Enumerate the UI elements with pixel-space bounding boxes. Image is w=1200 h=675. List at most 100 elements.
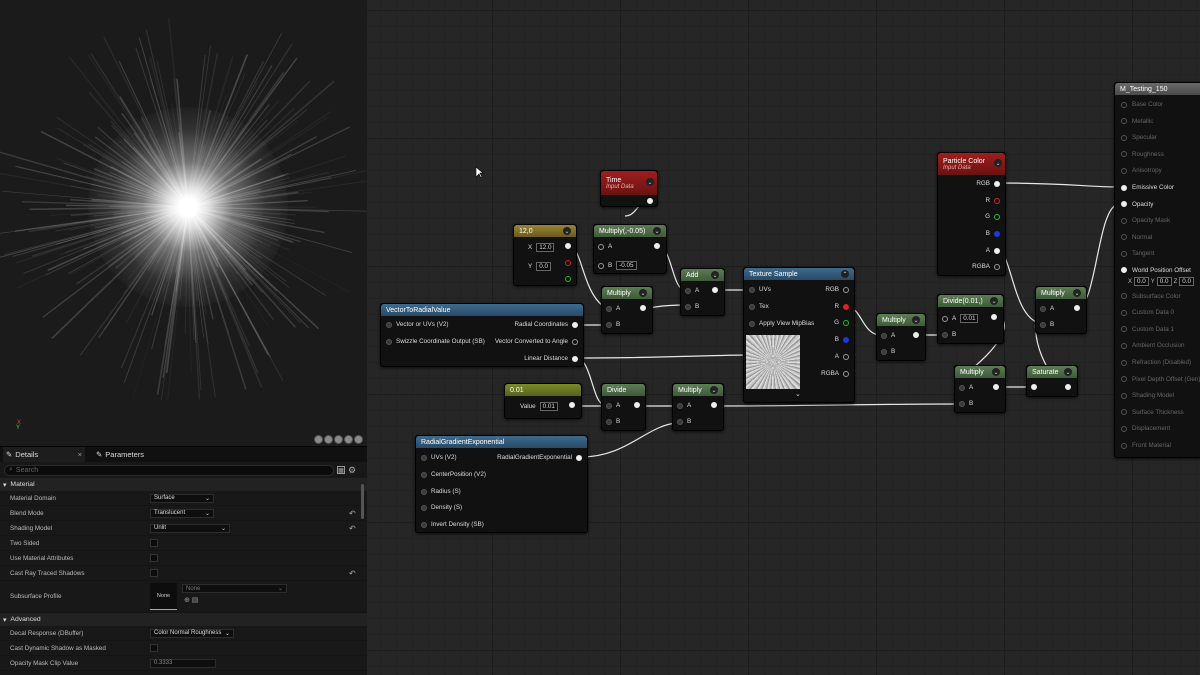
pin-b[interactable]: B [606,418,620,425]
pin-output[interactable] [993,384,999,390]
chevron-down-icon[interactable]: ⌄ [563,227,571,235]
close-icon[interactable]: × [78,450,82,459]
pin-b[interactable]: B [685,303,699,310]
wpo-y-input[interactable]: 0.0 [1156,277,1172,286]
cast-ray-traced-shadows-checkbox[interactable] [150,569,158,577]
preview-cylinder-button[interactable] [314,435,323,444]
pin-linear-distance[interactable]: Linear Distance [524,355,578,362]
chevron-down-icon[interactable]: ⌄ [912,316,920,324]
pin-a[interactable]: A [835,353,849,360]
pin-input[interactable] [1031,384,1037,390]
node-multiply-2[interactable]: Multiply ⌄ A B [672,383,724,431]
pin-output[interactable] [1065,384,1071,390]
reset-arrow-icon[interactable]: ↶ [349,509,356,518]
table-view-icon[interactable]: ▦ [337,466,345,474]
pin-output[interactable] [640,305,646,311]
section-material[interactable]: ▾ Material [0,478,367,491]
two-sided-checkbox[interactable] [150,539,158,547]
pin-out-rg[interactable] [565,243,571,249]
pin-vector-converted[interactable]: Vector Converted to Angle [495,338,578,345]
pin-invert-density[interactable]: Invert Density (SB) [421,521,484,528]
pin-uvs[interactable]: UVs (V2) [421,454,457,461]
reset-arrow-icon[interactable]: ↶ [349,524,356,533]
pin-output[interactable] [654,243,660,249]
chevron-down-icon[interactable]: ⌄ [992,368,1000,376]
chevron-down-icon[interactable]: ⌄ [1073,289,1081,297]
pin-a[interactable]: A [881,332,895,339]
node-divide-001[interactable]: Divide(0.01,) ⌄ A 0.01 B [937,294,1004,344]
pin-b[interactable]: B [1040,321,1054,328]
preview-mesh-button[interactable] [354,435,363,444]
opacity-mask-clip-input[interactable]: 0.3333 [150,658,216,668]
preview-sphere-button[interactable] [324,435,333,444]
cast-dynamic-shadow-checkbox[interactable] [150,644,158,652]
pin-out-r[interactable] [565,260,571,266]
result-pin[interactable]: Opacity [1121,201,1153,208]
pin-b[interactable]: B [986,230,1000,237]
node-constant2vector[interactable]: 12,0 ⌄ X 12.0 Y 0.0 [513,224,577,286]
result-pin[interactable]: Custom Data 1 [1121,326,1174,333]
pin-output[interactable] [647,198,653,204]
result-pin[interactable]: Front Material [1121,442,1171,449]
pin-r[interactable]: R [985,197,1000,204]
pin-b[interactable]: B [942,331,956,338]
result-pin[interactable]: Ambient Occlusion [1121,342,1185,349]
result-pin[interactable]: Emissive Color [1121,184,1174,191]
result-pin[interactable]: Specular [1121,134,1157,141]
reset-arrow-icon[interactable]: ↶ [349,569,356,578]
node-divide[interactable]: Divide A B [601,383,646,431]
subsurface-profile-dropdown[interactable]: None ⌄ [182,584,287,593]
chevron-down-icon[interactable]: ⌄ [710,386,718,394]
result-pin[interactable]: Metallic [1121,118,1153,125]
decal-response-dropdown[interactable]: Color Normal Roughness ⌄ [150,628,234,638]
pin-output[interactable] [711,402,717,408]
pin-output[interactable] [913,332,919,338]
result-pin[interactable]: Base Color [1121,101,1163,108]
pin-vector-or-uvs[interactable]: Vector or UVs (V2) [386,321,449,328]
material-domain-dropdown[interactable]: Surface ⌄ [150,493,214,503]
pin-output[interactable] [991,314,997,320]
pin-a[interactable]: A [598,243,612,250]
pin-out-g[interactable] [565,276,571,282]
pin-output[interactable] [1074,305,1080,311]
pin-rgba[interactable]: RGBA [821,370,849,377]
pin-output[interactable] [569,402,575,408]
chevron-down-icon[interactable]: ⌄ [639,289,647,297]
pin-a[interactable]: A [986,247,1000,254]
wpo-z-input[interactable]: 0.0 [1179,277,1194,286]
node-multiply-5[interactable]: Multiply ⌄ A B [954,365,1006,413]
node-material-result[interactable]: M_Testing_150 Base Color Metallic Specular… [1114,82,1200,458]
b-value-input[interactable]: -0.05 [616,261,637,270]
chevron-down-icon[interactable]: ⌄ [795,390,801,398]
pin-a[interactable]: A 0.01 [942,314,979,323]
result-pin[interactable]: Roughness [1121,151,1164,158]
pin-b[interactable]: B [677,418,691,425]
pin-rgb[interactable]: RGB [976,180,1000,187]
pin-apply-view-mipbias[interactable]: Apply View MipBias [749,320,814,327]
x-value-input[interactable]: 12.0 [536,243,555,252]
node-time[interactable]: Time Input Data ⌄ [600,170,658,207]
material-graph-canvas[interactable]: Time Input Data ⌄ 12,0 ⌄ X 12.0 Y 0.0 Multi… [367,0,1200,675]
result-pin[interactable]: Anisotropy [1121,167,1162,174]
result-pin[interactable]: Subsurface Color [1121,293,1181,300]
pin-b[interactable]: B [835,336,849,343]
chevron-up-icon[interactable]: ⌃ [841,270,849,278]
wpo-x-input[interactable]: 0.0 [1134,277,1149,286]
result-pin[interactable]: Custom Data 0 [1121,309,1174,316]
pin-gradient-output[interactable]: RadialGradientExponential [497,454,582,461]
result-pin[interactable]: Refraction (Disabled) [1121,359,1191,366]
node-particle-color[interactable]: Particle Color Input Data ⌄ RGB R G B A … [937,152,1006,276]
result-pin[interactable]: Tangent [1121,250,1154,257]
pin-g[interactable]: G [985,213,1000,220]
result-pin[interactable]: Surface Thickness [1121,409,1184,416]
pin-r[interactable]: R [834,303,849,310]
pin-a[interactable]: A [685,287,699,294]
pin-b[interactable]: B [606,321,620,328]
pin-a[interactable]: A [1040,305,1054,312]
chevron-down-icon[interactable]: ⌄ [994,159,1002,167]
pin-rgb[interactable]: RGB [825,286,849,293]
node-multiply-4[interactable]: Multiply ⌄ A B [1035,286,1087,334]
y-value-input[interactable]: 0.0 [536,262,551,271]
a-value-input[interactable]: 0.01 [960,314,979,323]
preview-cube-button[interactable] [344,435,353,444]
